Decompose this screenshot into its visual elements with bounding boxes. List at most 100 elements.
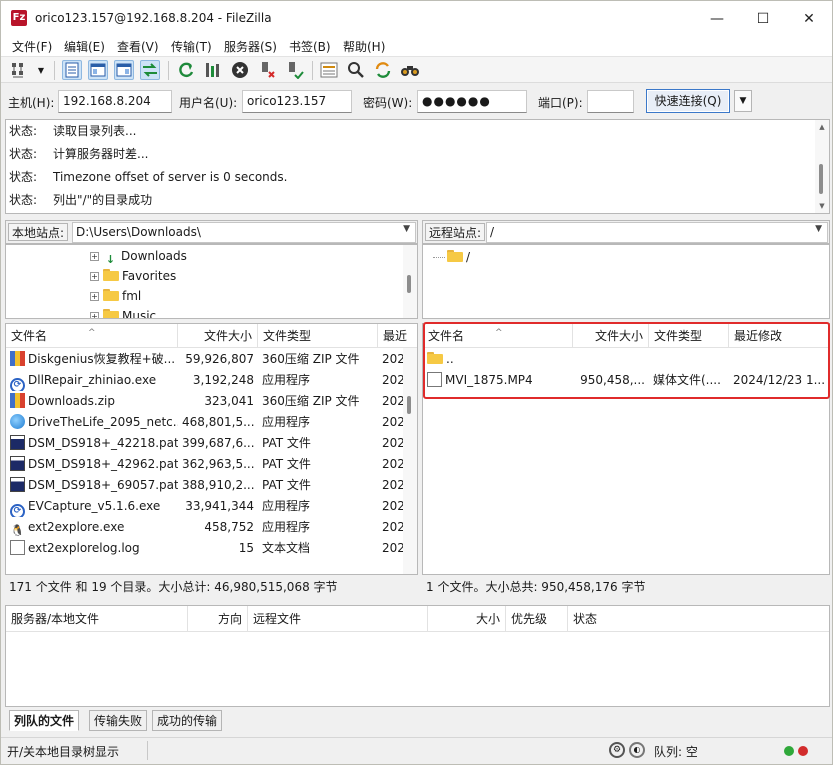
menu-server[interactable]: 服务器(S) <box>224 38 277 55</box>
speed-limit-icon[interactable]: ⚙ <box>609 742 625 758</box>
scrollbar-thumb[interactable] <box>407 275 411 293</box>
column-filetype[interactable]: 文件类型 <box>258 324 378 348</box>
file-name-cell: Diskgenius恢复教程+破... <box>6 349 178 370</box>
app-file-icon: ⟳ <box>10 378 25 391</box>
tab-queued-files[interactable]: 列队的文件 <box>9 710 80 731</box>
pat-file-icon <box>10 435 25 450</box>
tree-item-music[interactable]: + Music <box>90 306 156 318</box>
search-remote-files-icon[interactable] <box>400 60 420 80</box>
pat-file-icon <box>10 456 25 471</box>
remote-hscroll[interactable] <box>422 565 816 575</box>
tree-item-favorites[interactable]: + Favorites <box>90 266 176 286</box>
remote-path-input[interactable]: / ▼ <box>486 222 828 243</box>
toggle-local-tree-icon[interactable] <box>88 60 108 80</box>
host-input[interactable]: 192.168.8.204 <box>58 90 172 113</box>
site-manager-icon[interactable] <box>9 60 35 80</box>
tree-item-downloads[interactable]: + ↓ Downloads <box>90 246 187 266</box>
column-direction[interactable]: 方向 <box>188 606 248 632</box>
column-filename[interactable]: 文件名 ^ <box>6 324 178 348</box>
tab-failed-transfers[interactable]: 传输失败 <box>89 710 148 731</box>
file-date-cell: 202 <box>382 394 405 408</box>
recursive-filter-icon[interactable]: ◐ <box>629 742 645 758</box>
chevron-down-icon[interactable]: ▼ <box>815 224 822 234</box>
menu-view[interactable]: 查看(V) <box>117 38 159 55</box>
expand-icon[interactable]: + <box>90 272 99 281</box>
remote-site-bar: 远程站点: / ▼ <box>422 220 830 244</box>
maximize-button[interactable]: ☐ <box>740 1 786 37</box>
column-priority[interactable]: 优先级 <box>506 606 568 632</box>
folder-icon <box>103 289 119 301</box>
toggle-remote-tree-icon[interactable] <box>114 60 134 80</box>
directory-listing-filters-icon[interactable] <box>319 60 339 80</box>
cancel-operation-icon[interactable] <box>230 60 250 80</box>
synchronized-browsing-icon[interactable] <box>373 60 393 80</box>
column-size[interactable]: 大小 <box>428 606 506 632</box>
expand-icon[interactable]: + <box>90 312 99 318</box>
site-manager-dropdown-icon[interactable]: ▼ <box>35 60 47 80</box>
scrollbar-thumb[interactable] <box>407 396 411 414</box>
file-name-cell: 🐧 ext2explore.exe <box>10 520 125 537</box>
file-row[interactable]: DSM_DS918+_42962.pat 362,963,5... PAT 文件 20… <box>6 454 417 475</box>
remote-tree: / <box>422 244 830 319</box>
column-server-local-file[interactable]: 服务器/本地文件 <box>6 606 188 632</box>
tree-item-fml[interactable]: + fml <box>90 286 141 306</box>
local-path-text: D:\Users\Downloads\ <box>76 225 201 239</box>
file-row[interactable]: DSM_DS918+_42218.pat 399,687,6... PAT 文件 20… <box>6 433 417 454</box>
column-modified[interactable]: 最近 <box>378 324 408 348</box>
local-list-scrollbar[interactable] <box>403 348 417 574</box>
menu-transfer[interactable]: 传输(T) <box>171 38 212 55</box>
toggle-queue-icon[interactable] <box>140 60 160 80</box>
file-date-cell: 202 <box>382 457 405 471</box>
menu-help[interactable]: 帮助(H) <box>343 38 385 55</box>
password-input[interactable]: ●●●●●● <box>417 90 527 113</box>
log-scrollbar[interactable]: ▲ ▼ <box>815 120 829 213</box>
process-queue-icon[interactable] <box>203 60 223 80</box>
minimize-button[interactable]: — <box>694 1 740 37</box>
file-row[interactable]: 🐧 ext2explore.exe 458,752 应用程序 202 <box>6 517 417 538</box>
local-tree: + ↓ Downloads + Favorites + fml + Music <box>5 244 418 319</box>
compare-directories-icon[interactable] <box>346 60 366 80</box>
quickconnect-button[interactable]: 快速连接(Q) <box>646 89 730 113</box>
scrollbar-thumb[interactable] <box>819 164 823 194</box>
scroll-up-icon[interactable]: ▲ <box>815 120 829 134</box>
file-row[interactable]: DSM_DS918+_69057.pat 388,910,2... PAT 文件 20… <box>6 475 417 496</box>
host-label: 主机(H): <box>8 96 55 110</box>
transfer-indicator-red-icon <box>798 746 808 756</box>
disconnect-icon[interactable] <box>258 60 278 80</box>
menu-bookmarks[interactable]: 书签(B) <box>289 38 331 55</box>
file-type-cell: 文本文档 <box>262 541 311 555</box>
menu-edit[interactable]: 编辑(E) <box>64 38 105 55</box>
file-row[interactable]: DriveTheLife_2095_netc... 468,801,5... 应用程… <box>6 412 417 433</box>
file-date-cell: 202 <box>382 352 405 366</box>
expand-icon[interactable]: + <box>90 252 99 261</box>
app-file-icon: ⟳ <box>10 504 25 517</box>
scroll-down-icon[interactable]: ▼ <box>815 199 829 213</box>
chevron-down-icon[interactable]: ▼ <box>403 224 410 234</box>
username-input[interactable]: orico123.157 <box>242 90 352 113</box>
expand-icon[interactable]: + <box>90 292 99 301</box>
column-filesize[interactable]: 文件大小 <box>178 324 258 348</box>
file-date-cell: 202 <box>382 541 405 555</box>
menu-file[interactable]: 文件(F) <box>12 38 52 55</box>
file-row[interactable]: ⟳ DllRepair_zhiniao.exe 3,192,248 应用程序 202 <box>6 370 417 391</box>
tree-item-root[interactable]: / <box>433 247 470 267</box>
transfer-queue: 服务器/本地文件 方向 远程文件 大小 优先级 状态 <box>5 605 830 707</box>
local-tree-scrollbar[interactable] <box>403 245 417 318</box>
column-status[interactable]: 状态 <box>568 606 688 632</box>
password-label: 密码(W): <box>363 96 413 110</box>
column-remote-file[interactable]: 远程文件 <box>248 606 428 632</box>
file-row[interactable]: Diskgenius恢复教程+破... 59,926,807 360压缩 ZIP 文… <box>6 349 417 370</box>
quickconnect-history-dropdown[interactable]: ▼ <box>734 90 752 112</box>
port-input[interactable] <box>587 90 634 113</box>
file-row[interactable]: ⟳ EVCapture_v5.1.6.exe 33,941,344 应用程序 202 <box>6 496 417 517</box>
file-row[interactable]: ext2explorelog.log 15 文本文档 202 <box>6 538 417 559</box>
tab-successful-transfers[interactable]: 成功的传输 <box>152 710 223 731</box>
refresh-icon[interactable] <box>176 60 196 80</box>
file-row[interactable]: Downloads.zip 323,041 360压缩 ZIP 文件 202 <box>6 391 417 412</box>
close-button[interactable]: ✕ <box>786 1 832 37</box>
reconnect-icon[interactable] <box>285 60 305 80</box>
local-path-input[interactable]: D:\Users\Downloads\ ▼ <box>72 222 416 243</box>
toggle-log-icon[interactable] <box>62 60 82 80</box>
local-hscroll[interactable] <box>5 565 404 575</box>
file-date-cell: 202 <box>382 415 405 429</box>
